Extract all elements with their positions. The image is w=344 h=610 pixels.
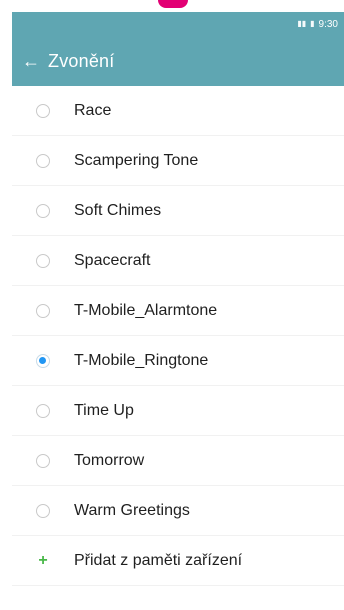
status-bar: ▮▮ ▮ 9:30 xyxy=(12,12,344,36)
ringtone-item-time-up[interactable]: Time Up xyxy=(12,386,344,436)
arrow-left-icon[interactable]: ← xyxy=(20,50,42,72)
ringtone-item-t-mobile-alarmtone[interactable]: T-Mobile_Alarmtone xyxy=(12,286,344,336)
radio-icon[interactable] xyxy=(36,453,50,468)
radio-icon[interactable] xyxy=(36,203,50,218)
ringtone-item-spacecraft[interactable]: Spacecraft xyxy=(12,236,344,286)
page-title: Zvonění xyxy=(48,50,115,71)
ringtone-item-tomorrow[interactable]: Tomorrow xyxy=(12,436,344,486)
radio-icon[interactable] xyxy=(36,153,50,168)
radio-icon[interactable] xyxy=(36,403,50,418)
ringtone-item-t-mobile-ringtone[interactable]: T-Mobile_Ringtone xyxy=(12,336,344,386)
radio-icon[interactable] xyxy=(36,253,50,268)
ringtone-label: Race xyxy=(74,101,112,119)
radio-icon[interactable] xyxy=(36,303,50,318)
signal-icon: ▮▮ xyxy=(297,19,307,28)
radio-selected-icon[interactable] xyxy=(36,353,50,368)
phone-screen: ▮▮ ▮ 9:30 ← Zvonění Race Scampering Tone… xyxy=(12,12,344,610)
plus-icon[interactable]: + xyxy=(36,552,50,568)
ringtone-list: Race Scampering Tone Soft Chimes Spacecr… xyxy=(12,86,344,586)
ringtone-label: Time Up xyxy=(74,401,134,419)
ringtone-label: Warm Greetings xyxy=(74,501,190,519)
ringtone-label: Spacecraft xyxy=(74,251,151,269)
ringtone-label: Scampering Tone xyxy=(74,151,199,169)
ringtone-label: Tomorrow xyxy=(74,451,145,469)
ringtone-item-race[interactable]: Race xyxy=(12,86,344,136)
ringtone-label: Soft Chimes xyxy=(74,201,162,219)
battery-icon: ▮ xyxy=(310,19,315,28)
add-from-device-label: Přidat z paměti zařízení xyxy=(74,551,243,569)
radio-icon[interactable] xyxy=(36,503,50,518)
ringtone-item-soft-chimes[interactable]: Soft Chimes xyxy=(12,186,344,236)
add-from-device-item[interactable]: + Přidat z paměti zařízení xyxy=(12,536,344,586)
app-bar: ← Zvonění xyxy=(12,36,344,86)
status-time: 9:30 xyxy=(318,18,338,30)
ringtone-item-warm-greetings[interactable]: Warm Greetings xyxy=(12,486,344,536)
radio-icon[interactable] xyxy=(36,103,50,118)
ringtone-label: T-Mobile_Alarmtone xyxy=(74,301,218,319)
ringtone-label: T-Mobile_Ringtone xyxy=(74,351,209,369)
ringtone-item-scampering-tone[interactable]: Scampering Tone xyxy=(12,136,344,186)
brand-magenta-indicator xyxy=(158,0,188,8)
